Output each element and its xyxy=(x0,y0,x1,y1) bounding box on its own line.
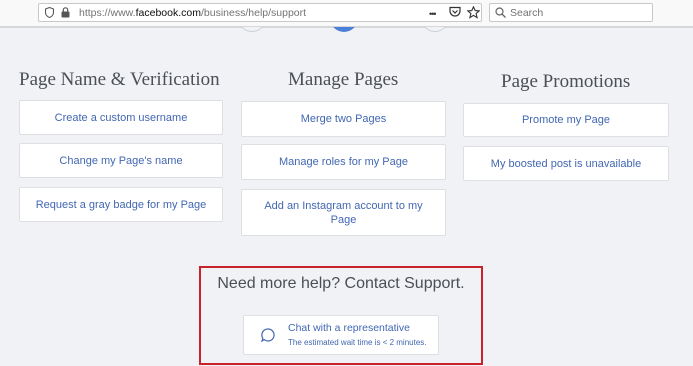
address-bar[interactable]: https://www.facebook.com/business/help/s… xyxy=(38,3,482,22)
search-placeholder: Search xyxy=(510,7,544,19)
pocket-icon[interactable] xyxy=(449,6,461,22)
chat-bubble-icon xyxy=(261,328,275,342)
search-icon xyxy=(495,7,506,18)
lock-icon[interactable] xyxy=(61,7,70,22)
column-title-page-name: Page Name & Verification xyxy=(19,69,220,90)
browser-search-bar[interactable]: Search xyxy=(489,3,653,22)
bookmark-star-icon[interactable] xyxy=(466,5,481,23)
help-link-merge-pages[interactable]: Merge two Pages xyxy=(241,101,446,137)
estimated-wait-time: The estimated wait time is < 2 minutes. xyxy=(288,338,427,347)
column-title-manage-pages: Manage Pages xyxy=(288,69,399,90)
page-actions-icon[interactable]: ••• xyxy=(429,7,437,21)
contact-support-title: Need more help? Contact Support. xyxy=(217,275,465,292)
tracking-protection-icon[interactable] xyxy=(44,6,55,22)
url-prefix: https://www. xyxy=(79,7,136,19)
help-link-request-gray-badge[interactable]: Request a gray badge for my Page xyxy=(19,187,223,222)
chat-with-representative-button[interactable]: Chat with a representative The estimated… xyxy=(243,315,439,355)
contact-support-section: Need more help? Contact Support. Chat wi… xyxy=(199,266,483,365)
url-path: /business/help/support xyxy=(200,7,307,19)
help-link-promote-page[interactable]: Promote my Page xyxy=(463,103,669,137)
help-link-manage-roles[interactable]: Manage roles for my Page xyxy=(241,144,446,180)
browser-toolbar: https://www.facebook.com/business/help/s… xyxy=(0,0,693,27)
help-link-add-instagram[interactable]: Add an Instagram account to my Page xyxy=(241,189,446,236)
help-link-boosted-post-unavailable[interactable]: My boosted post is unavailable xyxy=(463,146,669,181)
column-title-page-promotions: Page Promotions xyxy=(501,71,631,92)
url-domain: facebook.com xyxy=(135,7,201,19)
chat-button-label: Chat with a representative xyxy=(288,322,410,334)
help-link-create-username[interactable]: Create a custom username xyxy=(19,100,223,135)
help-link-change-page-name[interactable]: Change my Page's name xyxy=(19,143,223,178)
url-text[interactable]: https://www.facebook.com/business/help/s… xyxy=(79,7,306,19)
